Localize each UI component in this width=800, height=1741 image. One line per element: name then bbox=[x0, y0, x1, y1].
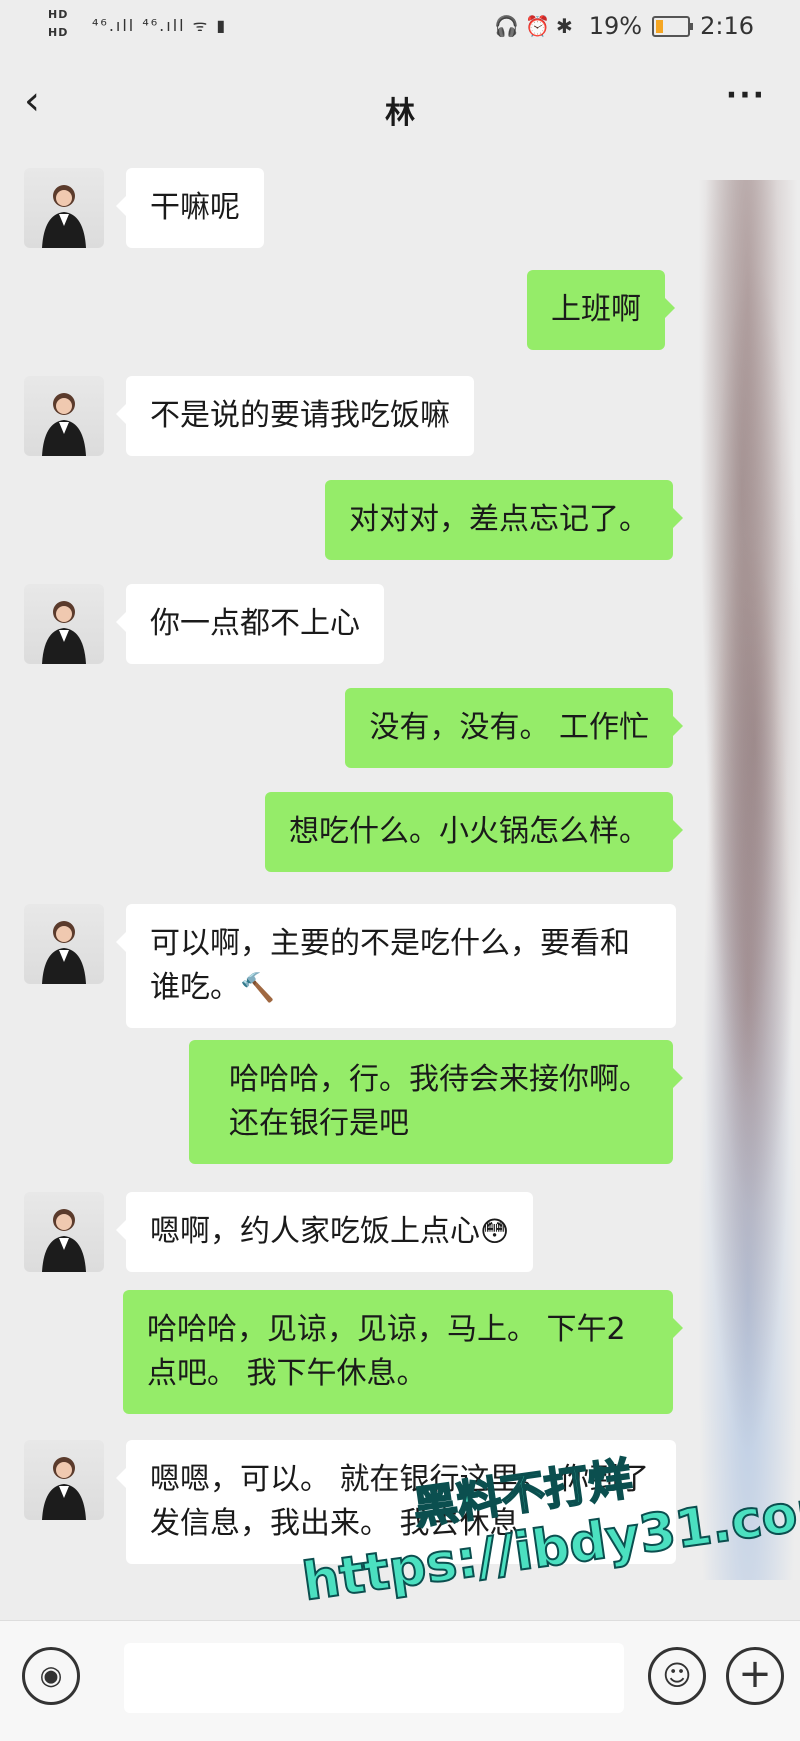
emoji-icon[interactable]: ☺ bbox=[648, 1647, 706, 1705]
avatar[interactable] bbox=[24, 1440, 104, 1520]
message-bubble-incoming[interactable]: 嗯嗯，可以。 就在银行这里。 你到了发信息，我出来。 我去休息 bbox=[116, 1440, 676, 1564]
message-row: 哈哈哈，行。我待会来接你啊。 还在银行是吧 bbox=[0, 1040, 800, 1170]
message-bubble-incoming[interactable]: 干嘛呢 bbox=[116, 168, 264, 248]
message-row: 嗯啊，约人家吃饭上点心😳 bbox=[0, 1184, 800, 1274]
message-row: 干嘛呢 bbox=[0, 160, 800, 250]
voice-input-icon[interactable]: ◉ bbox=[22, 1647, 80, 1705]
message-row: 你一点都不上心 bbox=[0, 576, 800, 666]
message-bubble-incoming[interactable]: 不是说的要请我吃饭嘛 bbox=[116, 376, 474, 456]
message-row: 哈哈哈，见谅，见谅，马上。 下午2点吧。 我下午休息。 bbox=[0, 1290, 800, 1420]
message-bubble-incoming[interactable]: 可以啊，主要的不是吃什么，要看和谁吃。🔨 bbox=[116, 904, 676, 1028]
clock: 2:16 bbox=[700, 12, 754, 40]
message-text: 可以啊，主要的不是吃什么，要看和谁吃。 bbox=[150, 926, 630, 1005]
signal-icons: ⁴⁶.ıll ⁴⁶.ıll ᯤ ▮ bbox=[92, 16, 228, 35]
more-options-icon[interactable]: ··· bbox=[726, 78, 766, 113]
message-list[interactable]: 干嘛呢 上班啊 不是说的要请我吃饭嘛 对对对，差点忘记了。 你一点都不上心 没有… bbox=[0, 160, 800, 1620]
message-bubble-incoming[interactable]: 嗯啊，约人家吃饭上点心😳 bbox=[115, 1192, 534, 1272]
message-input[interactable] bbox=[124, 1643, 624, 1713]
message-row: 嗯嗯，可以。 就在银行这里。 你到了发信息，我出来。 我去休息 bbox=[0, 1432, 800, 1612]
message-bubble-outgoing[interactable]: 没有，没有。 工作忙 bbox=[345, 688, 683, 768]
message-bubble-outgoing[interactable]: 想吃什么。小火锅怎么样。 bbox=[265, 792, 683, 872]
message-row: 不是说的要请我吃饭嘛 bbox=[0, 368, 800, 458]
chat-header: ‹ 林 ··· bbox=[0, 54, 800, 158]
message-bubble-outgoing[interactable]: 哈哈哈，行。我待会来接你啊。 还在银行是吧 bbox=[189, 1040, 683, 1164]
message-bubble-outgoing[interactable]: 哈哈哈，见谅，见谅，马上。 下午2点吧。 我下午休息。 bbox=[123, 1290, 683, 1414]
hd-badge-bottom: HD bbox=[48, 26, 69, 39]
message-row: 上班啊 bbox=[0, 270, 800, 360]
input-bar: ◉ ☺ + bbox=[0, 1620, 800, 1741]
contact-name: 林 bbox=[385, 96, 415, 131]
message-row: 没有，没有。 工作忙 bbox=[0, 688, 800, 768]
avatar[interactable] bbox=[24, 904, 104, 984]
network-type: HD HD bbox=[48, 6, 68, 42]
hd-badge-top: HD bbox=[48, 8, 69, 21]
plus-icon[interactable]: + bbox=[726, 1647, 784, 1705]
flushed-emoji-icon: 😳 bbox=[480, 1215, 510, 1248]
hammer-emoji-icon: 🔨 bbox=[240, 971, 275, 1004]
avatar[interactable] bbox=[24, 1192, 104, 1272]
status-bar: HD HD ⁴⁶.ıll ⁴⁶.ıll ᯤ ▮ 🎧⏰✱ 19% 2:16 bbox=[0, 0, 800, 54]
avatar[interactable] bbox=[24, 168, 104, 248]
battery-percent: 19% bbox=[588, 12, 643, 40]
message-text: 嗯啊，约人家吃饭上点心 bbox=[150, 1214, 480, 1249]
avatar[interactable] bbox=[24, 376, 104, 456]
battery-icon bbox=[652, 15, 694, 37]
message-row: 想吃什么。小火锅怎么样。 bbox=[0, 792, 800, 872]
message-bubble-outgoing[interactable]: 上班啊 bbox=[527, 270, 675, 350]
status-icons: 🎧⏰✱ bbox=[494, 14, 579, 38]
avatar[interactable] bbox=[24, 584, 104, 664]
message-row: 对对对，差点忘记了。 bbox=[0, 480, 800, 570]
message-row: 可以啊，主要的不是吃什么，要看和谁吃。🔨 bbox=[0, 896, 800, 1028]
message-bubble-outgoing[interactable]: 对对对，差点忘记了。 bbox=[325, 480, 683, 560]
message-bubble-incoming[interactable]: 你一点都不上心 bbox=[116, 584, 384, 664]
